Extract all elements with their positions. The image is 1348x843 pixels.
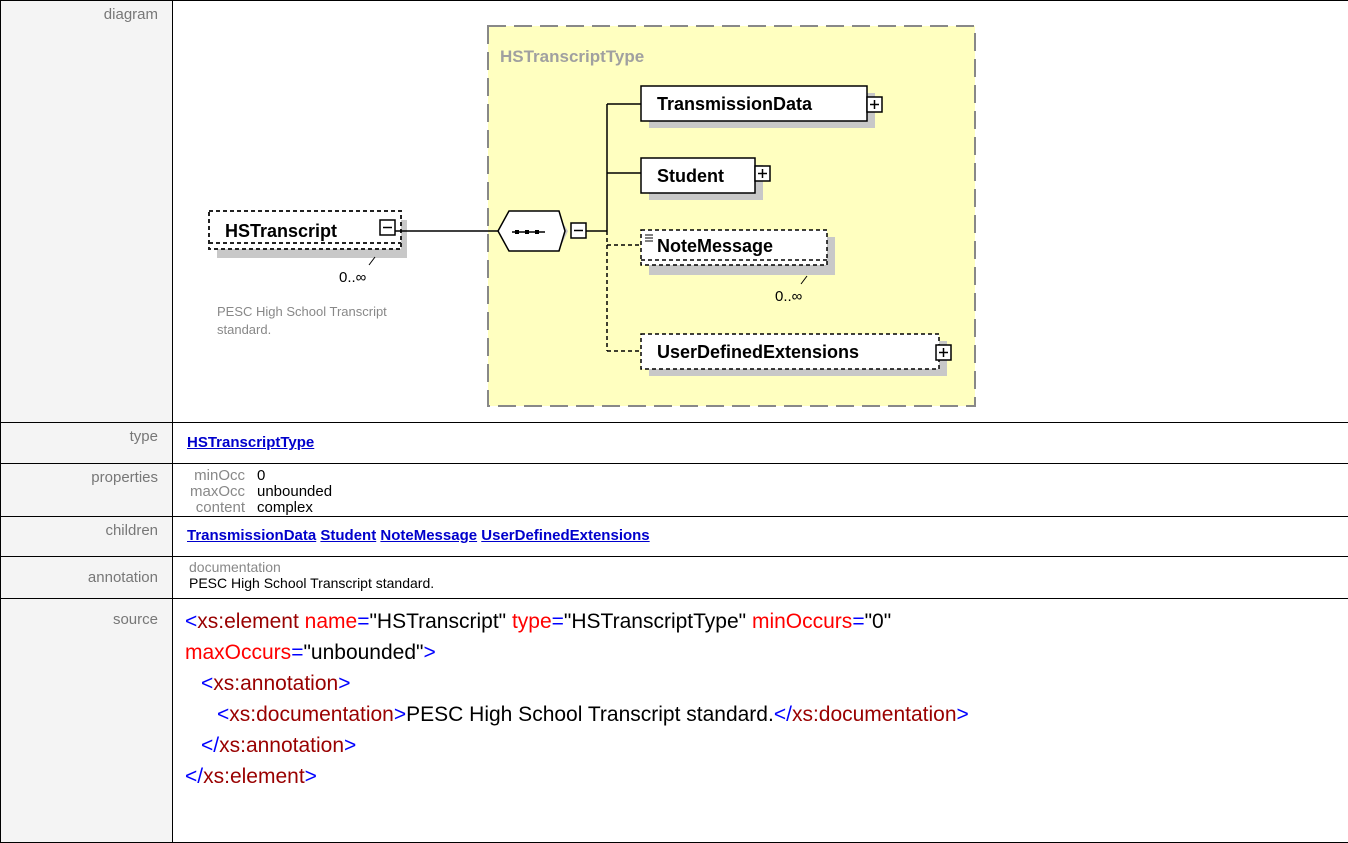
root-doc-line1: PESC High School Transcript (217, 304, 387, 319)
children-cell: TransmissionData Student NoteMessage Use… (172, 516, 1348, 557)
collapse-icon[interactable] (379, 219, 396, 236)
source-code: <xs:element name="HSTranscript" type="HS… (173, 599, 1348, 792)
row-label-diagram: diagram (0, 0, 173, 423)
type-box-title: HSTranscriptType (500, 47, 644, 66)
schema-diagram: HSTranscriptType HSTranscript 0..∞ PESC … (208, 25, 976, 407)
sequence-collapse-icon[interactable] (570, 222, 587, 239)
child-name-student: Student (657, 166, 724, 186)
child-link-transmissiondata[interactable]: TransmissionData (187, 527, 316, 544)
annotation-key: documentation (189, 559, 281, 575)
source-cell: <xs:element name="HSTranscript" type="HS… (172, 598, 1348, 843)
annotation-value: PESC High School Transcript standard. (189, 575, 435, 591)
row-label-children: children (0, 516, 173, 557)
row-label-source: source (0, 598, 173, 843)
root-occurrence: 0..∞ (339, 269, 367, 286)
child-name-transmissiondata: TransmissionData (657, 94, 813, 114)
property-row: content complex (195, 499, 313, 516)
root-doc-line2: standard. (217, 322, 271, 337)
type-cell: HSTranscriptType (172, 422, 1348, 464)
source-line: <xs:element name="HSTranscript" type="HS… (185, 610, 892, 633)
property-row: minOcc 0 (194, 467, 266, 484)
properties-list: minOcc 0 maxOcc unbounded content complex (173, 464, 1348, 516)
source-line: </xs:element> (185, 765, 317, 788)
row-label-annotation: annotation (0, 556, 173, 599)
child-name-notemessage: NoteMessage (657, 236, 773, 256)
child-link-userdefinedextensions[interactable]: UserDefinedExtensions (481, 527, 649, 544)
properties-cell: minOcc 0 maxOcc unbounded content complex (172, 463, 1348, 517)
source-line: <xs:documentation>PESC High School Trans… (217, 703, 969, 726)
child-name-userdefinedextensions: UserDefinedExtensions (657, 342, 859, 362)
expand-icon[interactable] (866, 96, 883, 113)
expand-icon[interactable] (935, 344, 952, 361)
schema-doc-table: diagram HSTranscriptType HSTranscript 0.… (0, 0, 1348, 843)
row-label-properties: properties (0, 463, 173, 517)
expand-icon[interactable] (754, 165, 771, 182)
child-link-student[interactable]: Student (320, 527, 376, 544)
annotation-cell: documentation PESC High School Transcrip… (172, 556, 1348, 599)
child-link-notemessage[interactable]: NoteMessage (380, 527, 477, 544)
source-line: </xs:annotation> (201, 734, 357, 757)
notemessage-occurrence: 0..∞ (775, 288, 803, 305)
row-label-type: type (0, 422, 173, 464)
source-line: maxOccurs="unbounded"> (185, 641, 436, 664)
source-line: <xs:annotation> (201, 672, 351, 695)
property-row: maxOcc unbounded (189, 483, 333, 500)
root-element-name: HSTranscript (225, 221, 337, 241)
diagram-cell: HSTranscriptType HSTranscript 0..∞ PESC … (172, 0, 1348, 423)
annotation-block: documentation PESC High School Transcrip… (173, 557, 1348, 591)
sequence-compositor-icon[interactable] (497, 210, 568, 252)
type-link[interactable]: HSTranscriptType (187, 434, 314, 451)
